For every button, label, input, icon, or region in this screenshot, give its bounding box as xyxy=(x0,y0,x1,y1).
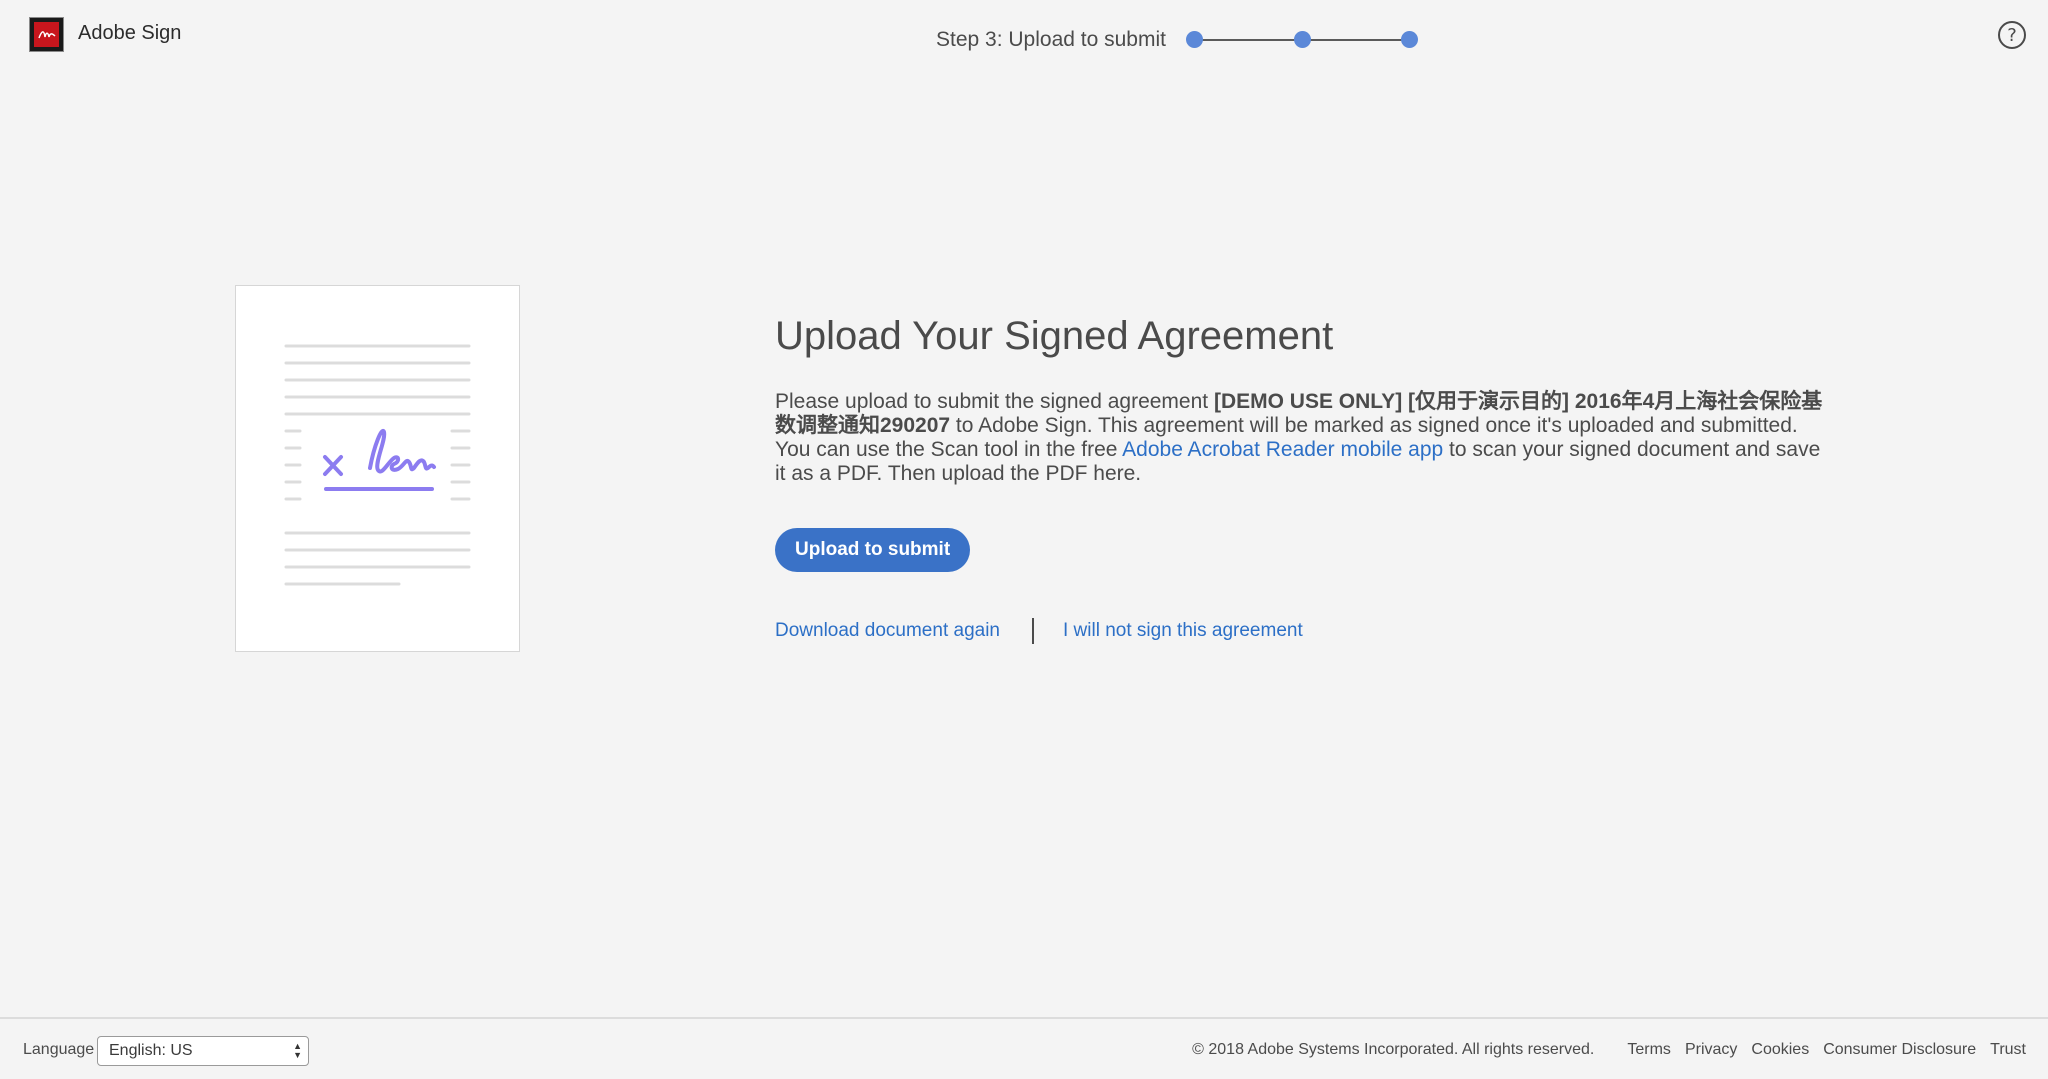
secondary-actions: Download document again I will not sign … xyxy=(775,618,1303,644)
adobe-sign-logo[interactable] xyxy=(29,17,64,52)
help-glyph: ? xyxy=(2007,24,2017,46)
footer-link-trust[interactable]: Trust xyxy=(1990,1041,2026,1059)
select-updown-icon: ▲ ▼ xyxy=(293,1041,302,1060)
page-title: Upload Your Signed Agreement xyxy=(775,314,1334,358)
footer-link-consumer-disclosure[interactable]: Consumer Disclosure xyxy=(1823,1041,1976,1059)
progress-dot-step-1 xyxy=(1186,31,1203,48)
decline-to-sign-link[interactable]: I will not sign this agreement xyxy=(1063,620,1303,642)
progress-dot-step-3 xyxy=(1401,31,1418,48)
footer-link-privacy[interactable]: Privacy xyxy=(1685,1041,1737,1059)
language-label: Language xyxy=(23,1041,95,1058)
progress-dot-step-2 xyxy=(1294,31,1311,48)
upload-instructions: Please upload to submit the signed agree… xyxy=(775,390,1835,486)
language-select[interactable]: English: US ▲ ▼ xyxy=(97,1036,309,1066)
footer-links: © 2018 Adobe Systems Incorporated. All r… xyxy=(1192,1041,2026,1059)
copyright-text: © 2018 Adobe Systems Incorporated. All r… xyxy=(1192,1041,1595,1058)
upload-to-submit-button[interactable]: Upload to submit xyxy=(775,528,971,572)
step-label: Step 3: Upload to submit xyxy=(936,28,1166,51)
page-footer: Language English: US ▲ ▼ © 2018 Adobe Sys… xyxy=(0,1017,2048,1079)
top-header: Adobe Sign Step 3: Upload to submit ? xyxy=(0,0,2048,74)
upload-panel: Upload Your Signed Agreement Please uplo… xyxy=(775,310,1835,644)
instructions-intro: Please upload to submit the signed agree… xyxy=(775,390,1214,413)
footer-link-cookies[interactable]: Cookies xyxy=(1751,1041,1809,1059)
acrobat-reader-link[interactable]: Adobe Acrobat Reader mobile app xyxy=(1122,438,1443,461)
logo-mark-icon xyxy=(34,22,59,47)
download-document-link[interactable]: Download document again xyxy=(775,620,1000,642)
language-value: English: US xyxy=(109,1042,193,1059)
signed-document-illustration xyxy=(235,285,520,652)
actions-divider xyxy=(1032,618,1034,644)
help-circle-icon[interactable]: ? xyxy=(1998,21,2026,49)
footer-link-terms[interactable]: Terms xyxy=(1627,1041,1671,1059)
app-name: Adobe Sign xyxy=(78,22,182,44)
step-progress xyxy=(1186,31,1420,49)
document-lines-illustration xyxy=(284,344,471,586)
